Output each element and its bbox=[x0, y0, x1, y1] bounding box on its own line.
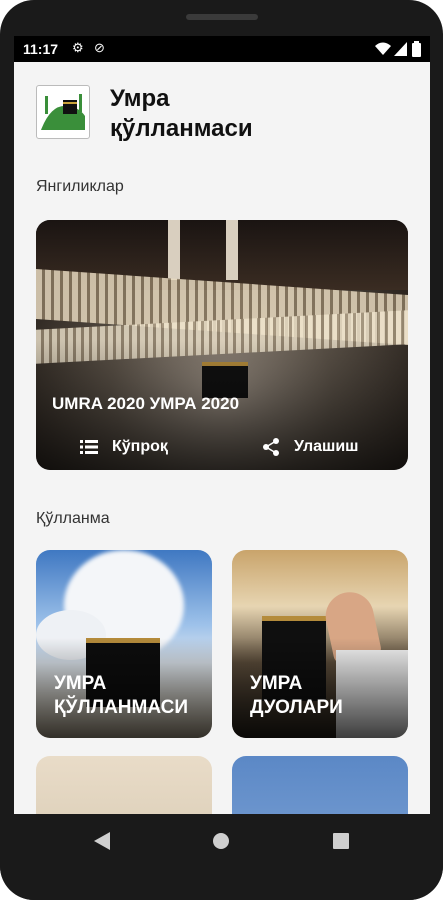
app-logo bbox=[36, 85, 90, 139]
navigation-bar bbox=[0, 814, 443, 900]
do-not-disturb-icon: ⊘ bbox=[94, 40, 105, 55]
guide-card-umra-guide[interactable]: УМРА ҚЎЛЛАНМАСИ bbox=[36, 550, 212, 738]
status-time: 11:17 bbox=[23, 41, 59, 57]
guide-card-title: УМРА ДУОЛАРИ bbox=[250, 673, 343, 718]
minaret bbox=[168, 220, 180, 280]
more-label: Кўпроқ bbox=[112, 438, 168, 455]
news-card-title: UMRA 2020 УМРА 2020 bbox=[52, 394, 240, 413]
gear-icon: ⚙ bbox=[72, 40, 84, 55]
speaker-grille bbox=[186, 14, 258, 20]
more-button[interactable]: Кўпроқ bbox=[80, 438, 168, 456]
app-header: Умра қўлланмаси bbox=[14, 62, 430, 182]
share-button[interactable]: Улашиш bbox=[262, 438, 359, 456]
news-card[interactable]: UMRA 2020 УМРА 2020 Кўпроқ Улашиш bbox=[36, 220, 408, 470]
wifi-icon bbox=[375, 42, 391, 55]
app-screen: 11:17 ⚙ ⊘ Умра қўлланмаси Янгиликлар UMR… bbox=[14, 36, 430, 814]
guide-card-3[interactable] bbox=[36, 756, 212, 814]
recents-icon[interactable] bbox=[333, 833, 349, 849]
minaret bbox=[226, 220, 238, 280]
guide-card-title: УМРА ҚЎЛЛАНМАСИ bbox=[54, 673, 188, 718]
back-icon[interactable] bbox=[94, 832, 110, 850]
status-bar: 11:17 ⚙ ⊘ bbox=[14, 36, 430, 62]
share-label: Улашиш bbox=[294, 438, 359, 455]
guide-card-umra-prayers[interactable]: УМРА ДУОЛАРИ bbox=[232, 550, 408, 738]
list-icon bbox=[80, 440, 98, 454]
phone-frame: 11:17 ⚙ ⊘ Умра қўлланмаси Янгиликлар UMR… bbox=[0, 0, 443, 900]
guide-section-title: Қўлланма bbox=[36, 510, 110, 527]
share-icon bbox=[263, 438, 279, 456]
guide-card-4[interactable] bbox=[232, 756, 408, 814]
news-section-title: Янгиликлар bbox=[36, 178, 124, 195]
battery-icon bbox=[412, 41, 421, 57]
app-title: Умра қўлланмаси bbox=[110, 85, 253, 142]
home-icon[interactable] bbox=[212, 832, 230, 850]
signal-icon bbox=[394, 42, 407, 56]
